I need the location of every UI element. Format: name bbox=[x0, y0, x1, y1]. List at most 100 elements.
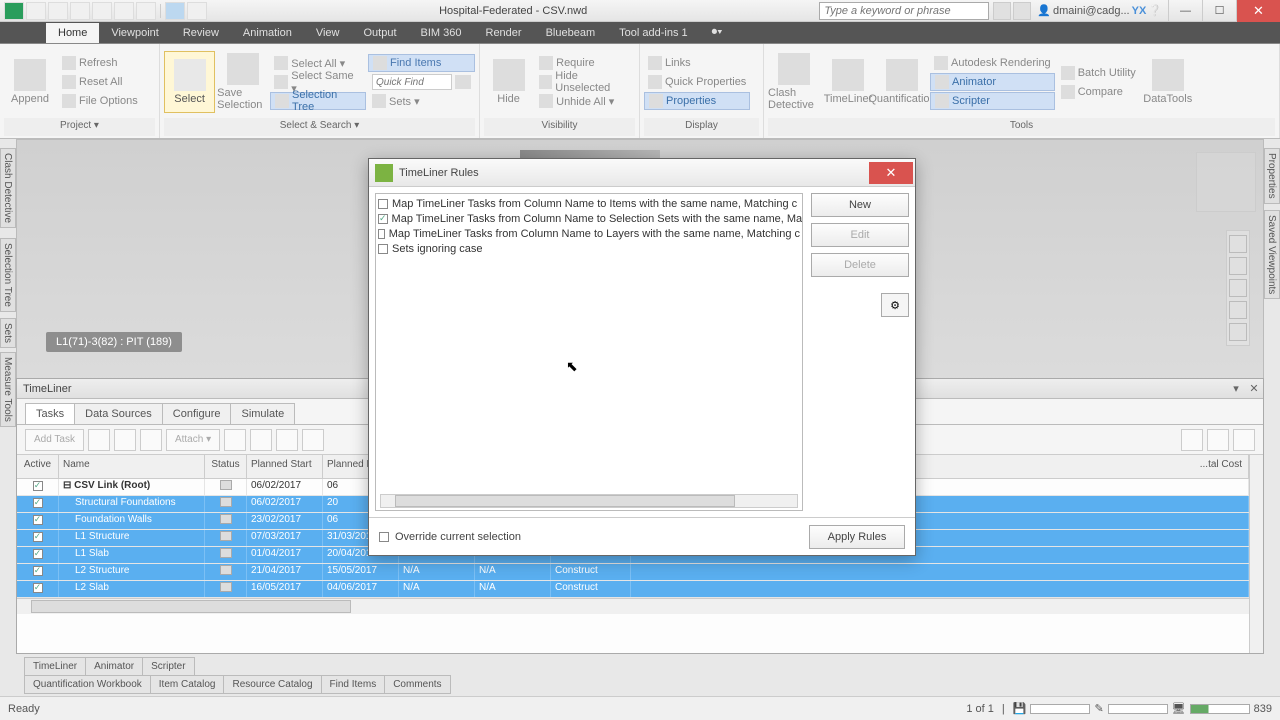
rule-checkbox[interactable] bbox=[378, 244, 388, 254]
timeliner-pin-icon[interactable]: ▾ bbox=[1227, 382, 1245, 395]
edit-rule-button[interactable]: Edit bbox=[811, 223, 909, 247]
rule-item[interactable]: Map TimeLiner Tasks from Column Name to … bbox=[378, 196, 800, 211]
nav-walk-icon[interactable] bbox=[1229, 323, 1247, 341]
panel-label-select-search[interactable]: Select & Search ▾ bbox=[164, 118, 475, 136]
ribbon-tab-output[interactable]: Output bbox=[352, 23, 409, 43]
table-row[interactable]: L2 Structure21/04/201715/05/2017N/AN/ACo… bbox=[17, 564, 1249, 581]
links-button[interactable]: Links bbox=[644, 54, 750, 72]
table-row[interactable]: L2 Slab16/05/201704/06/2017N/AN/AConstru… bbox=[17, 581, 1249, 598]
rendering-button[interactable]: Autodesk Rendering bbox=[930, 54, 1055, 72]
btab-timeliner[interactable]: TimeLiner bbox=[24, 657, 86, 676]
tl-tool-btn[interactable] bbox=[1181, 429, 1203, 451]
sets-button[interactable]: Sets ▾ bbox=[368, 92, 475, 110]
btab-resource-catalog[interactable]: Resource Catalog bbox=[223, 675, 321, 694]
tl-tool-btn[interactable] bbox=[302, 429, 324, 451]
batch-button[interactable]: Batch Utility bbox=[1057, 64, 1140, 82]
qat-refresh-icon[interactable] bbox=[92, 2, 112, 20]
rule-checkbox[interactable] bbox=[378, 229, 385, 239]
side-tab-saved-viewpoints[interactable]: Saved Viewpoints bbox=[1264, 210, 1280, 299]
rule-item[interactable]: Map TimeLiner Tasks from Column Name to … bbox=[378, 211, 800, 226]
ribbon-tab-addins[interactable]: Tool add-ins 1 bbox=[607, 23, 700, 43]
rule-item[interactable]: Sets ignoring case bbox=[378, 241, 800, 256]
btab-comments[interactable]: Comments bbox=[384, 675, 450, 694]
timeliner-close-icon[interactable]: ✕ bbox=[1245, 382, 1263, 395]
tl-tab-simulate[interactable]: Simulate bbox=[230, 403, 295, 424]
qat-print-icon[interactable] bbox=[70, 2, 90, 20]
qat-redo-icon[interactable] bbox=[136, 2, 156, 20]
tl-tab-datasources[interactable]: Data Sources bbox=[74, 403, 163, 424]
btab-scripter[interactable]: Scripter bbox=[142, 657, 194, 676]
ribbon-tab-bim360[interactable]: BIM 360 bbox=[409, 23, 474, 43]
datatools-button[interactable]: DataTools bbox=[1142, 51, 1194, 113]
save-selection-button[interactable]: Save Selection bbox=[217, 51, 268, 113]
rule-checkbox[interactable] bbox=[378, 199, 388, 209]
account-menu[interactable]: 👤 dmaini@cadg... YX ❔ bbox=[1037, 4, 1162, 17]
ribbon-tab-render[interactable]: Render bbox=[474, 23, 534, 43]
rules-option-icon[interactable]: ⚙ bbox=[881, 293, 909, 317]
nav-pan-icon[interactable] bbox=[1229, 235, 1247, 253]
apply-rules-button[interactable]: Apply Rules bbox=[809, 525, 905, 549]
unhide-all-button[interactable]: Unhide All ▾ bbox=[535, 92, 635, 110]
nav-orbit-icon[interactable] bbox=[1229, 279, 1247, 297]
properties-button[interactable]: Properties bbox=[644, 92, 750, 110]
infocenter-icon[interactable] bbox=[993, 2, 1011, 20]
col-active[interactable]: Active bbox=[17, 455, 59, 478]
quantification-button[interactable]: Quantification bbox=[876, 51, 928, 113]
ribbon-tab-rec[interactable]: ⏺▾ bbox=[700, 22, 735, 43]
tl-tool-btn[interactable] bbox=[114, 429, 136, 451]
append-button[interactable]: Append bbox=[4, 51, 56, 113]
btab-find-items[interactable]: Find Items bbox=[321, 675, 386, 694]
maximize-button[interactable]: ☐ bbox=[1202, 0, 1236, 22]
scripter-button[interactable]: Scripter bbox=[930, 92, 1055, 110]
tl-tool-btn[interactable] bbox=[276, 429, 298, 451]
col-name[interactable]: Name bbox=[59, 455, 205, 478]
selection-tree-button[interactable]: Selection Tree bbox=[270, 92, 366, 110]
qat-dropdown-icon[interactable] bbox=[187, 2, 207, 20]
rule-checkbox[interactable] bbox=[378, 214, 388, 224]
tl-tool-btn[interactable] bbox=[1207, 429, 1229, 451]
grid-vscroll[interactable] bbox=[1249, 455, 1263, 653]
grid-hscroll[interactable] bbox=[17, 598, 1249, 614]
select-button[interactable]: Select bbox=[164, 51, 215, 113]
delete-rule-button[interactable]: Delete bbox=[811, 253, 909, 277]
find-items-button[interactable]: Find Items bbox=[368, 54, 475, 72]
quick-find-input[interactable] bbox=[372, 74, 452, 90]
favorites-icon[interactable] bbox=[1013, 2, 1031, 20]
minimize-button[interactable]: — bbox=[1168, 0, 1202, 22]
tl-tab-tasks[interactable]: Tasks bbox=[25, 403, 75, 424]
qat-undo-icon[interactable] bbox=[114, 2, 134, 20]
col-planned-start[interactable]: Planned Start bbox=[247, 455, 323, 478]
nav-look-icon[interactable] bbox=[1229, 301, 1247, 319]
qat-save-icon[interactable] bbox=[48, 2, 68, 20]
file-options-button[interactable]: File Options bbox=[58, 92, 142, 110]
tl-attach-button[interactable]: Attach ▾ bbox=[166, 429, 220, 451]
rules-list[interactable]: Map TimeLiner Tasks from Column Name to … bbox=[375, 193, 803, 511]
tl-tool-btn[interactable] bbox=[88, 429, 110, 451]
ribbon-tab-review[interactable]: Review bbox=[171, 23, 231, 43]
panel-label-project[interactable]: Project ▾ bbox=[4, 118, 155, 136]
view-cube[interactable] bbox=[1196, 152, 1256, 212]
tl-add-task-button[interactable]: Add Task bbox=[25, 429, 84, 451]
timeliner-button[interactable]: TimeLiner bbox=[822, 51, 874, 113]
ribbon-tab-animation[interactable]: Animation bbox=[231, 23, 304, 43]
ribbon-tab-bluebeam[interactable]: Bluebeam bbox=[534, 23, 608, 43]
hide-unselected-button[interactable]: Hide Unselected bbox=[535, 73, 635, 91]
side-tab-properties[interactable]: Properties bbox=[1264, 148, 1280, 204]
close-button[interactable]: ✕ bbox=[1236, 0, 1280, 22]
refresh-button[interactable]: Refresh bbox=[58, 54, 142, 72]
qat-pointer-icon[interactable] bbox=[165, 2, 185, 20]
tl-tool-btn[interactable] bbox=[1233, 429, 1255, 451]
qat-open-icon[interactable] bbox=[26, 2, 46, 20]
nav-zoom-icon[interactable] bbox=[1229, 257, 1247, 275]
ribbon-tab-viewpoint[interactable]: Viewpoint bbox=[99, 23, 171, 43]
tl-tool-btn[interactable] bbox=[224, 429, 246, 451]
side-tab-sets[interactable]: Sets bbox=[0, 318, 16, 348]
side-tab-measure[interactable]: Measure Tools bbox=[0, 352, 16, 427]
app-icon[interactable] bbox=[4, 2, 24, 20]
animator-button[interactable]: Animator bbox=[930, 73, 1055, 91]
dialog-close-button[interactable]: ✕ bbox=[869, 162, 913, 184]
quick-properties-button[interactable]: Quick Properties bbox=[644, 73, 750, 91]
new-rule-button[interactable]: New bbox=[811, 193, 909, 217]
tl-tab-configure[interactable]: Configure bbox=[162, 403, 232, 424]
reset-all-button[interactable]: Reset All bbox=[58, 73, 142, 91]
